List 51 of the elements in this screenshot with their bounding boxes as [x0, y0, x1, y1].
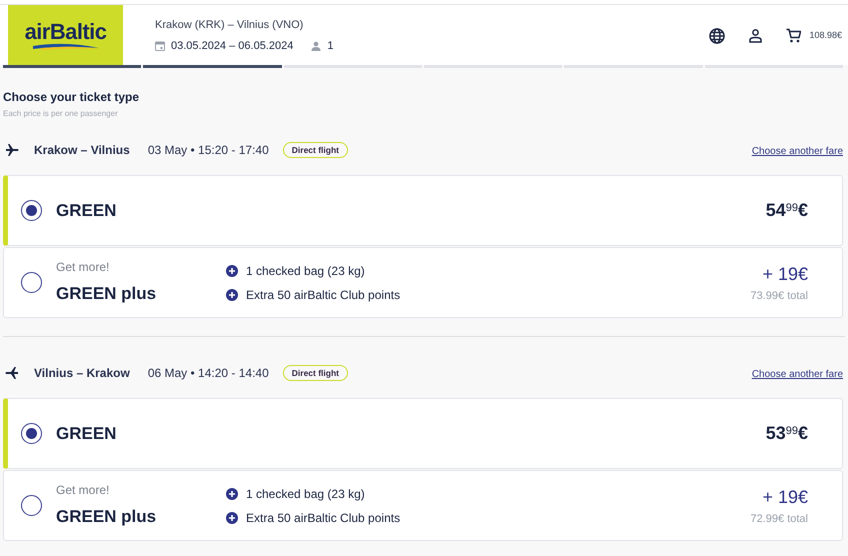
fare-price: + 19€ [762, 486, 808, 509]
route-title: Vilnius – Krakow [34, 365, 130, 382]
perk-text: Extra 50 airBaltic Club points [246, 510, 400, 526]
fare-name: GREEN [56, 422, 118, 445]
fare-name: GREEN plus [56, 283, 158, 306]
choose-another-fare-link[interactable]: Choose another fare [752, 367, 843, 382]
flight-time: 03 May • 15:20 - 17:40 [148, 142, 269, 159]
passenger-count: 1 [327, 38, 334, 54]
fare-price: 54$^{99}$€ [766, 199, 808, 222]
user-icon[interactable] [749, 28, 762, 42]
page-heading: Choose your ticket type [3, 89, 140, 106]
radio-button[interactable] [21, 272, 42, 293]
perk-text: 1 checked bag (23 kg) [246, 262, 365, 280]
direct-flight-badge: Direct flight [282, 364, 348, 382]
fare-name: GREEN plus [56, 506, 158, 528]
plus-icon [226, 488, 238, 500]
choose-another-fare-link[interactable]: Choose another fare [752, 144, 843, 159]
fare-card[interactable]: GREEN 54$^{99}$€ [3, 175, 843, 246]
fare-card[interactable]: Get more! GREEN plus 1 checked bag (23 kg) Extra 50 airBaltic Club points + 19€ 73.99€ total [3, 247, 843, 318]
cart-icon[interactable] [786, 28, 802, 43]
fare-card[interactable]: Get more! GREEN plus 1 checked bag (23 kg) Extra 50 airBaltic Club points + 19€ 72.99€ total [3, 470, 843, 541]
perk-text: Extra 50 airBaltic Club points [246, 286, 400, 304]
fare-card[interactable]: GREEN 53$^{99}$€ [3, 398, 843, 469]
plus-icon [226, 264, 238, 276]
person-icon [311, 40, 322, 51]
total-price: 73.99€ total [750, 288, 808, 304]
total-price: 72.99€ total [750, 512, 808, 527]
route-title: Krakow – Vilnius [34, 142, 130, 159]
swoosh-icon [30, 42, 100, 50]
radio-button[interactable] [21, 423, 42, 444]
globe-icon[interactable] [709, 28, 726, 44]
logo[interactable]: airBaltic [8, 5, 123, 65]
radio-button[interactable] [21, 495, 42, 516]
fare-tagline: Get more! [56, 482, 110, 500]
fare-price: 53$^{99}$€ [766, 422, 808, 445]
perk-text: 1 checked bag (23 kg) [246, 486, 365, 502]
plane-icon [5, 365, 20, 381]
calendar-icon [155, 40, 165, 51]
dates-text: 03.05.2024 – 06.05.2024 [171, 38, 294, 54]
page-subheading: Each price is per one passenger [3, 108, 119, 120]
plus-icon [226, 288, 238, 300]
route-text: Krakow (KRK) – Vilnius (VNO) [155, 18, 304, 33]
fare-name: GREEN [56, 200, 118, 222]
plane-icon [5, 142, 20, 158]
flight-time: 06 May • 14:20 - 14:40 [148, 365, 269, 382]
fare-price: + 19€ [762, 262, 808, 286]
direct-flight-badge: Direct flight [282, 142, 348, 158]
fare-tagline: Get more! [56, 259, 110, 276]
plus-icon [226, 512, 238, 524]
cart-total: 108.98€ [809, 28, 842, 42]
radio-button[interactable] [21, 200, 42, 221]
